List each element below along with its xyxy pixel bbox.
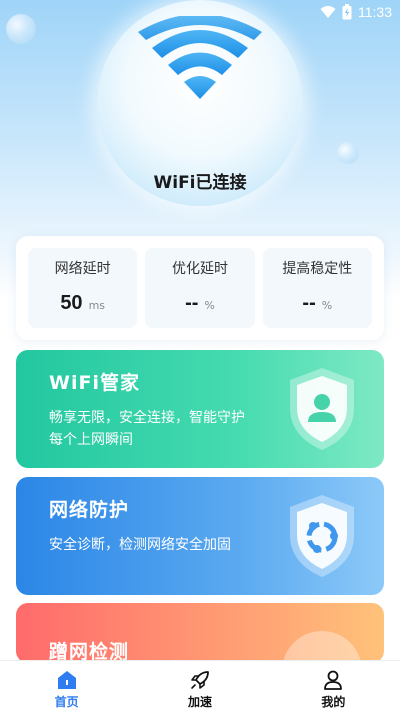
wifi-detect-icon — [282, 631, 362, 663]
wifi-icon — [138, 16, 262, 99]
network-stats-card: 网络延时 50 ms 优化延时 -- % 提高稳定性 -- % — [16, 236, 384, 340]
stat-unit: % — [321, 299, 333, 312]
wifi-manager-card[interactable]: WiFi管家 畅享无限，安全连接，智能守护每个上网瞬间 — [16, 350, 384, 468]
status-time: 11:33 — [358, 4, 392, 20]
nav-label: 首页 — [54, 695, 79, 709]
stat-label: 提高稳定性 — [282, 261, 353, 277]
nav-profile[interactable]: 我的 — [267, 661, 400, 712]
user-icon — [324, 670, 343, 690]
nav-speedup[interactable]: 加速 — [133, 661, 266, 712]
nav-label: 我的 — [321, 695, 346, 709]
wifi-icon — [320, 6, 336, 18]
card-desc: 安全诊断，检测网络安全加固 — [49, 537, 231, 553]
rocket-icon — [191, 671, 209, 689]
card-desc: 畅享无限，安全连接，智能守护每个上网瞬间 — [49, 410, 245, 448]
nav-label: 加速 — [187, 695, 212, 709]
stat-optimized-latency: 优化延时 -- % — [145, 248, 255, 328]
stat-value: -- — [185, 292, 199, 314]
stat-label: 网络延时 — [54, 261, 111, 277]
network-shield-icon — [290, 495, 354, 577]
battery-icon — [342, 4, 352, 20]
home-icon — [57, 671, 76, 689]
stat-stability: 提高稳定性 -- % — [262, 248, 372, 328]
nav-home[interactable]: 首页 — [0, 661, 133, 712]
connection-status: WiFi已连接 — [153, 173, 247, 193]
stat-unit: % — [204, 299, 215, 312]
stat-latency: 网络延时 50 ms — [28, 248, 138, 328]
stat-label: 优化延时 — [171, 261, 228, 277]
leech-detection-card[interactable]: 蹭网检测 — [16, 603, 384, 663]
bottom-nav: 首页 加速 我的 — [0, 660, 400, 712]
stat-unit: ms — [88, 299, 106, 312]
stat-value: -- — [302, 292, 316, 314]
user-shield-icon — [290, 368, 354, 450]
network-protection-card[interactable]: 网络防护 安全诊断，检测网络安全加固 — [16, 477, 384, 595]
decor-bubble — [337, 142, 359, 164]
stat-value: 50 — [60, 292, 83, 314]
